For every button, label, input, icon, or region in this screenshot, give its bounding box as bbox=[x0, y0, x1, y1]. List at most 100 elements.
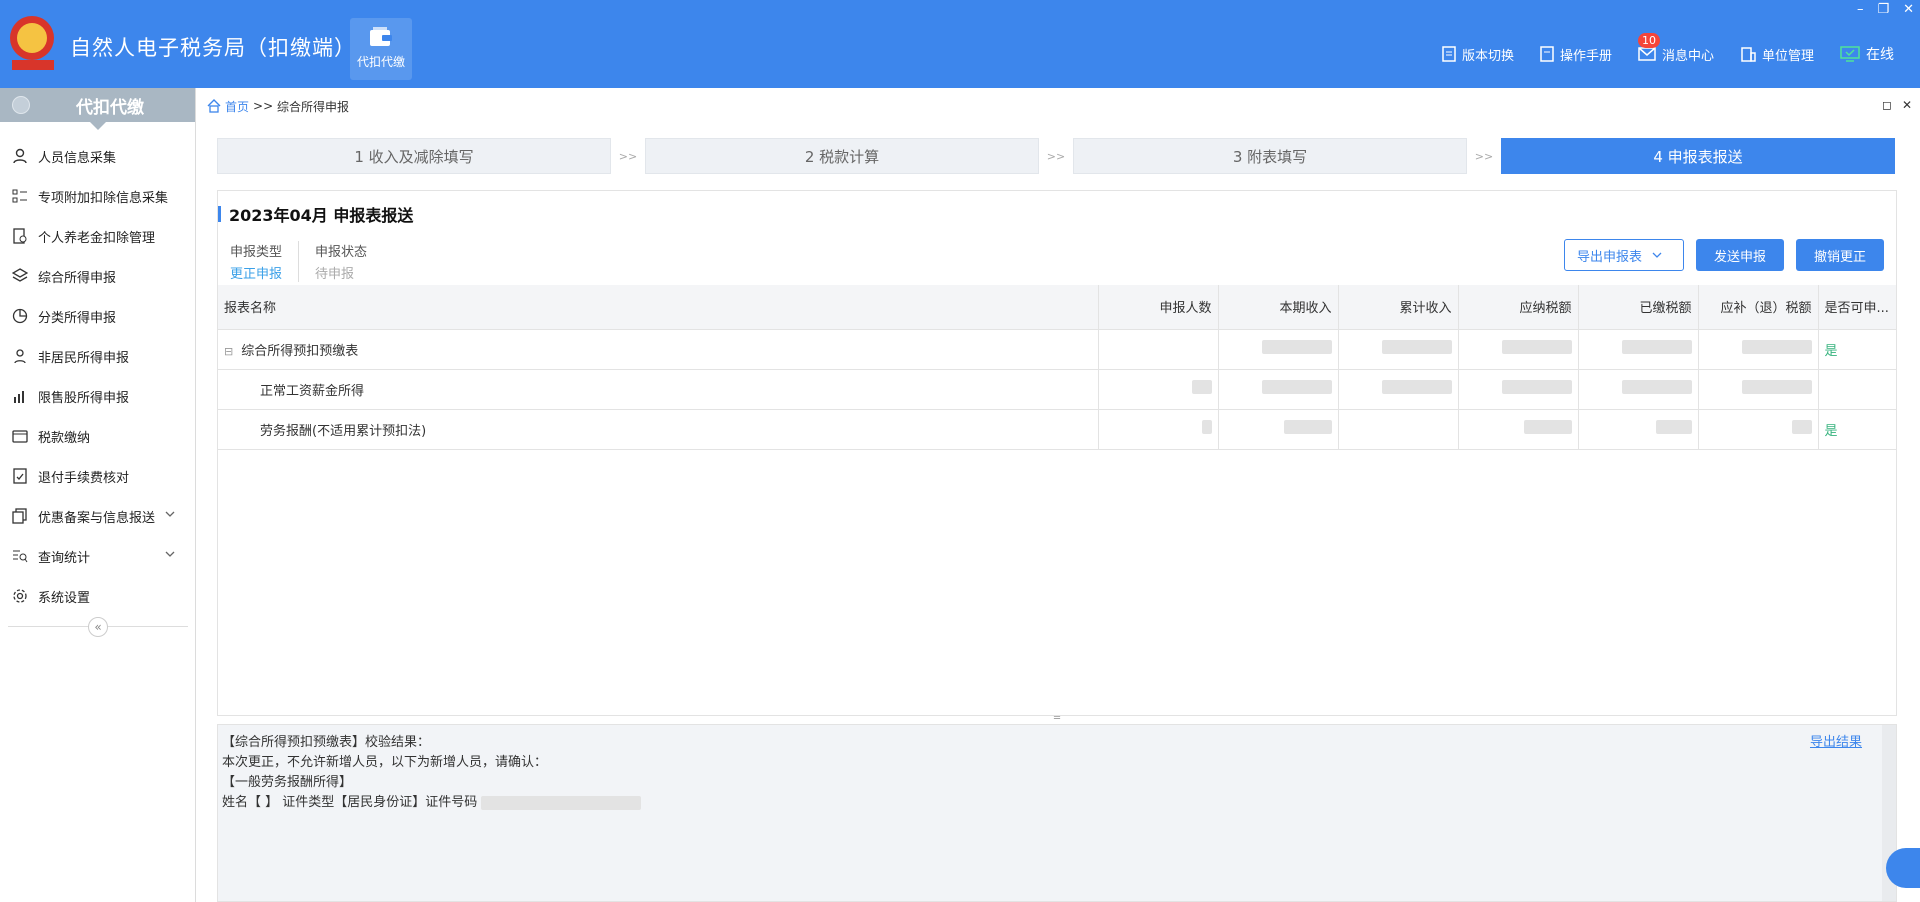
coin-icon bbox=[12, 96, 30, 114]
module-daikou-button[interactable]: 代扣代缴 bbox=[350, 18, 412, 80]
redacted-value bbox=[1501, 340, 1572, 354]
sidebar-item-person-info[interactable]: 人员信息采集 bbox=[0, 136, 195, 176]
sidebar-item-refund-fee[interactable]: 退付手续费核对 bbox=[0, 456, 195, 496]
col-header[interactable]: 应补（退）税额 bbox=[1698, 285, 1819, 330]
sidebar-item-preferential-filing[interactable]: 优惠备案与信息报送 bbox=[0, 496, 195, 536]
top-toolbar: 版本切换 操作手册 10 消息中心 单位管理 在线 bbox=[1442, 32, 1894, 64]
sidebar-item-pension[interactable]: 个人养老金扣除管理 bbox=[0, 216, 195, 256]
gear-icon bbox=[13, 589, 27, 603]
redacted-value bbox=[1523, 420, 1572, 434]
redacted-cell bbox=[1098, 329, 1219, 370]
close-button[interactable]: ✕ bbox=[1903, 2, 1914, 17]
step-attachment[interactable]: 3 附表填写 bbox=[1073, 138, 1467, 174]
sidebar-header-label: 代扣代缴 bbox=[76, 97, 144, 118]
sidebar-item-label: 非居民所得申报 bbox=[38, 350, 130, 366]
step-submit[interactable]: 4 申报表报送 bbox=[1501, 138, 1895, 174]
sidebar-item-classified[interactable]: 分类所得申报 bbox=[0, 296, 195, 336]
sidebar-collapse-button[interactable]: « bbox=[88, 617, 108, 637]
report-status-label: 申报状态 bbox=[315, 245, 368, 260]
sidebar-item-comprehensive[interactable]: 综合所得申报 bbox=[0, 256, 195, 296]
redacted-value bbox=[1261, 340, 1332, 354]
col-header[interactable]: 报表名称 bbox=[218, 285, 1099, 330]
wallet-icon bbox=[370, 27, 392, 46]
redacted-value bbox=[1283, 420, 1332, 434]
panel-actions: 导出申报表 发送申报 撤销更正 bbox=[1564, 239, 1884, 271]
sidebar-item-settings[interactable]: 系统设置 bbox=[0, 576, 195, 616]
doc-icon bbox=[1442, 46, 1456, 62]
redacted-cell bbox=[1098, 409, 1219, 450]
tab-close-button[interactable]: ✕ bbox=[1902, 98, 1912, 112]
sidebar-menu: 人员信息采集 专项附加扣除信息采集 个人养老金扣除管理 综合所得申报 分类所得申… bbox=[0, 136, 195, 616]
step-income[interactable]: 1 收入及减除填写 bbox=[217, 138, 611, 174]
online-status: 在线 bbox=[1840, 44, 1894, 64]
message-count-badge: 10 bbox=[1637, 32, 1660, 48]
redacted-cell bbox=[1698, 369, 1819, 410]
can-submit-cell: 是 bbox=[1818, 409, 1897, 450]
col-header[interactable]: 申报人数 bbox=[1098, 285, 1219, 330]
manual-button[interactable]: 操作手册 bbox=[1540, 45, 1612, 64]
col-header[interactable]: 累计收入 bbox=[1338, 285, 1459, 330]
table-row[interactable]: 正常工资薪金所得 bbox=[218, 369, 1897, 410]
sidebar-item-label: 个人养老金扣除管理 bbox=[38, 230, 156, 246]
table-header-row: 报表名称 申报人数 本期收入 累计收入 应纳税额 已缴税额 应补（退）税额 是否… bbox=[218, 285, 1897, 330]
table-row[interactable]: 劳务报酬(不适用累计预扣法) 是 bbox=[218, 409, 1897, 450]
row-name: 综合所得预扣预缴表 bbox=[241, 343, 359, 359]
redacted-cell bbox=[1458, 369, 1579, 410]
chat-float-button[interactable] bbox=[1886, 848, 1920, 888]
sidebar-item-label: 综合所得申报 bbox=[38, 270, 117, 286]
export-result-link[interactable]: 导出结果 bbox=[1810, 733, 1862, 753]
message-center-button[interactable]: 10 消息中心 bbox=[1637, 32, 1714, 64]
send-report-button[interactable]: 发送申报 bbox=[1696, 239, 1784, 271]
step-tax-calc[interactable]: 2 税款计算 bbox=[645, 138, 1039, 174]
redacted-cell bbox=[1578, 369, 1699, 410]
tax-emblem-icon bbox=[10, 16, 54, 70]
manual-icon bbox=[1540, 46, 1554, 62]
doc-person-icon bbox=[13, 228, 27, 244]
redacted-cell bbox=[1338, 329, 1459, 370]
pie-icon bbox=[12, 308, 28, 324]
person-outline-icon bbox=[14, 349, 26, 364]
sidebar-item-query-stats[interactable]: 查询统计 bbox=[0, 536, 195, 576]
sidebar-item-label: 限售股所得申报 bbox=[38, 390, 130, 406]
maximize-button[interactable]: ❐ bbox=[1877, 2, 1889, 17]
version-switch-button[interactable]: 版本切换 bbox=[1442, 45, 1514, 64]
check-doc-icon bbox=[13, 468, 27, 484]
sidebar-item-tax-payment[interactable]: 税款缴纳 bbox=[0, 416, 195, 456]
col-header[interactable]: 是否可申... bbox=[1818, 285, 1897, 330]
sidebar-item-special-deduction[interactable]: 专项附加扣除信息采集 bbox=[0, 176, 195, 216]
unit-management-button[interactable]: 单位管理 bbox=[1740, 45, 1814, 64]
col-header[interactable]: 已缴税额 bbox=[1578, 285, 1699, 330]
minimize-button[interactable]: – bbox=[1857, 2, 1864, 17]
app-title: 自然人电子税务局（扣缴端） bbox=[70, 36, 356, 60]
validation-log: 【综合所得预扣预缴表】校验结果： 本次更正，不允许新增人员，以下为新增人员，请确… bbox=[217, 724, 1897, 902]
resize-handle[interactable]: ═ bbox=[217, 714, 1897, 724]
chart-icon bbox=[14, 391, 24, 403]
export-report-button[interactable]: 导出申报表 bbox=[1564, 239, 1684, 271]
window-controls: – ❐ ✕ bbox=[1857, 2, 1914, 17]
col-header[interactable]: 应纳税额 bbox=[1458, 285, 1579, 330]
manual-label: 操作手册 bbox=[1559, 48, 1612, 64]
sidebar-item-label: 查询统计 bbox=[38, 550, 91, 566]
table-row[interactable]: ⊟ 综合所得预扣预缴表 是 bbox=[218, 329, 1897, 370]
can-submit-cell bbox=[1818, 369, 1897, 410]
log-line: 【一般劳务报酬所得】 bbox=[222, 775, 353, 790]
chevron-down-icon bbox=[1652, 252, 1662, 258]
redacted-value bbox=[1191, 380, 1212, 394]
sidebar-item-restricted-stock[interactable]: 限售股所得申报 bbox=[0, 376, 195, 416]
tab-maximize-button[interactable]: ◻ bbox=[1882, 98, 1892, 112]
tree-collapse-icon[interactable]: ⊟ bbox=[224, 345, 233, 358]
sidebar-item-label: 优惠备案与信息报送 bbox=[38, 510, 156, 526]
chevron-down-icon bbox=[165, 511, 175, 517]
row-name: 正常工资薪金所得 bbox=[218, 369, 1099, 410]
sidebar-item-nonresident[interactable]: 非居民所得申报 bbox=[0, 336, 195, 376]
row-name: 劳务报酬(不适用累计预扣法) bbox=[218, 409, 1099, 450]
log-line: 本次更正，不允许新增人员，以下为新增人员，请确认： bbox=[222, 755, 548, 770]
revoke-correction-button[interactable]: 撤销更正 bbox=[1796, 239, 1884, 271]
redacted-cell bbox=[1218, 329, 1339, 370]
breadcrumb-home-link[interactable]: 首页 bbox=[225, 98, 249, 115]
redacted-value bbox=[1381, 340, 1452, 354]
breadcrumb-sep: >> bbox=[253, 99, 274, 113]
col-header[interactable]: 本期收入 bbox=[1218, 285, 1339, 330]
panel-title: 2023年04月 申报表报送 bbox=[218, 205, 413, 225]
redacted-cell bbox=[1338, 409, 1459, 450]
